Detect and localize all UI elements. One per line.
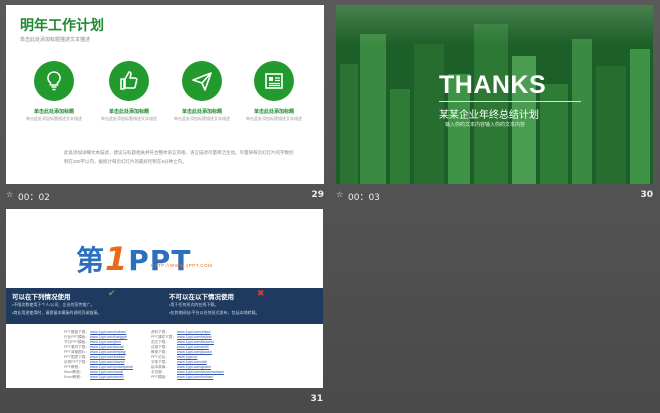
link-url[interactable]: www.1ppt.com/kejian/ — [177, 335, 212, 339]
building-shape — [340, 64, 358, 184]
link-url[interactable]: www.1ppt.com/sucai/ — [90, 345, 124, 349]
link-row: Excel教程： www.1ppt.com/excel/ — [64, 375, 154, 380]
slide-number: 31 — [310, 394, 323, 404]
link-url[interactable]: www.1ppt.com/shiti/ — [177, 345, 209, 349]
logo-suffix: PPT — [128, 244, 192, 277]
link-url[interactable]: www.1ppt.com/beijing/ — [90, 350, 126, 354]
links-right: 资料下载： www.1ppt.com/ziliao/ PPT课件下载：www.1p… — [151, 330, 241, 380]
building-shape — [572, 39, 592, 184]
building-shape — [474, 24, 508, 184]
link-row: PPT模板： www.1ppt.com/moban/ — [151, 375, 241, 380]
paper-plane-icon — [182, 61, 222, 101]
hint-text: 输入你的文本内容输入你的文本内容 — [445, 122, 526, 128]
item-title: 单击此处添加标题 — [108, 109, 149, 115]
link-url[interactable]: www.1ppt.com/fanwen/ — [177, 340, 214, 344]
link-url[interactable]: www.1ppt.com/shouchaobao/ — [177, 370, 224, 374]
link-url[interactable]: www.1ppt.com/jiaoan/ — [177, 350, 212, 354]
logo-prefix: 第 — [76, 244, 106, 277]
can-use-line: •不限次数使用于个人/公司、企业的宣传推广。 — [12, 302, 95, 307]
cannot-use-line: •用于任何形式的在线下载。 — [169, 302, 219, 307]
link-url[interactable]: www.1ppt.com/ziti/ — [177, 360, 207, 364]
item-title: 单击此处添加标题 — [181, 109, 222, 115]
logo-url: HTTP://WWW.1PPT.COM — [151, 263, 213, 268]
slide-timing: 00：03 — [348, 193, 380, 203]
link-label: Excel教程： — [64, 375, 84, 379]
item-description: 单击此处添加标题描述文本描述 — [174, 116, 230, 121]
link-url[interactable]: www.1ppt.com/hangye/ — [90, 335, 127, 339]
item-description: 单击此处添加标题描述文本描述 — [101, 116, 157, 121]
cross-icon: ✖ — [257, 288, 265, 298]
slide-number: 29 — [311, 190, 324, 200]
usage-band: 可以在下列情况使用 ✔ •不限次数使用于个人/公司、企业的宣传推广。 •商业用途… — [6, 288, 323, 324]
thumbs-up-icon — [109, 61, 149, 101]
link-url[interactable]: www.1ppt.cn — [177, 355, 197, 359]
lightbulb-icon — [34, 61, 74, 101]
transition-icon[interactable]: ☆ — [6, 190, 13, 199]
item-description: 单击此处添加标题描述文本描述 — [26, 116, 82, 121]
can-use-line: •商业用途使用时，请保留本模板的说明页或链接。 — [12, 310, 102, 315]
thanks-heading: THANKS — [439, 71, 547, 99]
item-description: 单击此处添加标题描述文本描述 — [246, 116, 302, 121]
link-url[interactable]: www.1ppt.com/gushi/ — [177, 365, 211, 369]
link-url[interactable]: www.1ppt.com/xiazai/ — [90, 360, 125, 364]
link-url[interactable]: www.1ppt.com/ziliao/ — [177, 330, 211, 334]
sky-haze — [336, 5, 653, 45]
newspaper-icon — [254, 61, 294, 101]
slide-meta-30: ☆ 00：03 30 — [336, 189, 653, 203]
link-url[interactable]: www.1ppt.com/word/ — [90, 370, 123, 374]
slide-thumbnail-30[interactable]: THANKS 某某企业年终总结计划 输入你的文本内容输入你的文本内容 — [336, 5, 653, 184]
slide-meta-31: 31 — [6, 393, 323, 407]
slide-meta-29: ☆ 00：02 29 — [6, 189, 324, 203]
slide-timing: 00：02 — [18, 193, 50, 203]
slide-subtitle: 单击此处添加标题描述文本描述 — [20, 37, 91, 43]
logo: 第1PPT — [76, 239, 191, 279]
building-shape — [596, 66, 626, 184]
cannot-use-title: 不可以在以下情况使用 — [169, 294, 234, 301]
slide-number: 30 — [640, 190, 653, 200]
item-title: 单击此处添加标题 — [33, 109, 74, 115]
links-left: PPT模板下载：www.1ppt.com/moban/ 行业PPT模板：www.… — [64, 330, 154, 380]
slide-title: 明年工作计划 — [20, 18, 104, 34]
slide-thumbnail-31[interactable]: 第1PPT HTTP://WWW.1PPT.COM 可以在下列情况使用 ✔ •不… — [6, 209, 323, 388]
item-title: 单击此处添加标题 — [253, 109, 294, 115]
summary-title: 某某企业年终总结计划 — [439, 110, 539, 121]
building-shape — [360, 34, 386, 184]
slide-thumbnail-29[interactable]: 明年工作计划 单击此处添加标题描述文本描述 单击此处添加标题 单击此处添加标题 … — [6, 5, 324, 184]
link-url[interactable]: www.1ppt.com/excel/ — [90, 375, 124, 379]
building-shape — [630, 49, 650, 184]
divider — [439, 101, 581, 102]
building-shape — [390, 89, 410, 184]
link-url[interactable]: www.1ppt.com/powerpoint/ — [90, 365, 133, 369]
cannot-use-line: •在其他网站/平台以任何形式发布，包括本地转载。 — [169, 310, 260, 315]
logo-one: 1 — [105, 240, 129, 278]
can-use-title: 可以在下列情况使用 — [12, 294, 71, 301]
link-url[interactable]: www.1ppt.com/jieri/ — [90, 340, 121, 344]
link-label: PPT模板： — [151, 375, 169, 379]
link-url[interactable]: www.1ppt.com/moban/ — [90, 330, 126, 334]
link-url[interactable]: www.1ppt.com/moban/ — [177, 375, 213, 379]
slide-body-text: 此处添加详细文本描述，建议与标题相关并符合整体语言风格，语言描述尽量简洁生动。尽… — [64, 150, 294, 164]
check-icon: ✔ — [108, 288, 116, 298]
transition-icon[interactable]: ☆ — [336, 190, 343, 199]
link-url[interactable]: www.1ppt.com/tubiao/ — [90, 355, 125, 359]
